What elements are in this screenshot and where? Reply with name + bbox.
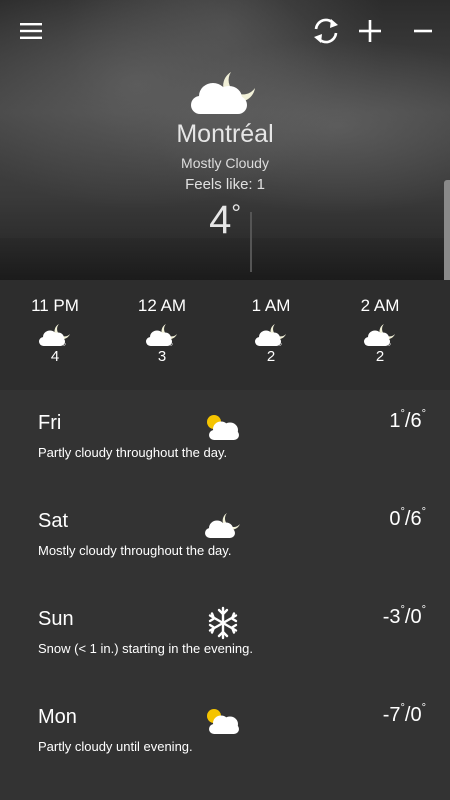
day-name: Sat <box>38 510 69 532</box>
high-temp: 0 <box>410 704 422 726</box>
feels-like-label: Feels like: <box>185 176 253 193</box>
moon-cloud-icon <box>39 324 70 346</box>
low-temp: -3 <box>382 606 401 628</box>
day-description: Snow (< 1 in.) starting in the evening. <box>38 641 253 656</box>
degree-symbol: ° <box>421 702 426 714</box>
low-temp: -7 <box>382 704 401 726</box>
low-temp: 0 <box>389 508 401 530</box>
degree-symbol: ° <box>421 506 426 518</box>
degree-symbol: ° <box>231 200 241 227</box>
feels-like-value: 1 <box>256 176 265 193</box>
temp-range: -3°/0° <box>382 604 426 628</box>
moon-cloud-icon <box>191 72 255 114</box>
daily-item[interactable]: Sat 0°/6° Mostly cloudy throughout the d… <box>0 488 450 586</box>
degree-symbol: ° <box>387 342 392 353</box>
snowflake-icon <box>208 606 238 640</box>
hourly-temp-value: 4 <box>50 348 60 365</box>
temp-range: 0°/6° <box>389 506 426 530</box>
sun-cloud-icon <box>207 709 239 734</box>
hourly-item: 12 AM 3 ° <box>107 296 217 366</box>
moon-cloud-icon <box>364 324 395 346</box>
current-condition: Mostly Cloudy <box>181 155 269 171</box>
degree-symbol: ° <box>400 506 405 518</box>
daily-item[interactable]: Mon -7°/0° Partly cloudy until evening. <box>0 684 450 782</box>
hourly-temp-value: 3 <box>157 348 167 365</box>
hourly-time: 1 AM <box>251 296 291 315</box>
temp-range: -7°/0° <box>382 702 426 726</box>
plus-icon <box>359 20 381 42</box>
degree-symbol: ° <box>62 342 67 353</box>
hourly-item: 11 PM 4 ° <box>0 296 110 366</box>
daily-item[interactable]: Sun -3°/0° Snow (< 1 in.) starting in th… <box>0 586 450 684</box>
hourly-item: 1 AM 2 ° <box>216 296 326 366</box>
degree-symbol: ° <box>421 604 426 616</box>
day-name: Fri <box>38 412 62 434</box>
menu-button[interactable] <box>14 14 48 48</box>
remove-location-button[interactable] <box>406 14 440 48</box>
degree-symbol: ° <box>421 408 426 420</box>
hourly-temp-value: 2 <box>266 348 276 365</box>
daily-item[interactable]: Fri 1°/6° Partly cloudy throughout the d… <box>0 390 450 488</box>
hourly-item: 2 AM 2 ° <box>325 296 435 366</box>
hourly-time: 11 PM <box>31 296 79 315</box>
day-description: Partly cloudy throughout the day. <box>38 445 228 460</box>
degree-symbol: ° <box>400 408 405 420</box>
hourly-time: 12 AM <box>137 296 187 315</box>
hourly-temp-value: 2 <box>375 348 385 365</box>
moon-cloud-icon <box>255 324 286 346</box>
temp-range: 1°/6° <box>389 408 426 432</box>
hourly-temp: 2 ° <box>266 342 282 365</box>
degree-symbol: ° <box>400 604 405 616</box>
hamburger-menu-icon <box>20 23 42 39</box>
hero-background: Montréal Mostly Cloudy Feels like: 1 4° <box>0 0 450 280</box>
hourly-temp: 4 ° <box>50 342 66 365</box>
high-temp: 0 <box>410 606 422 628</box>
moon-cloud-icon <box>146 324 177 346</box>
day-description: Mostly cloudy throughout the day. <box>38 543 232 558</box>
day-description: Partly cloudy until evening. <box>38 739 193 754</box>
lake-horizon <box>0 238 450 280</box>
moon-cloud-icon <box>205 513 240 538</box>
hourly-forecast: 11 PM 4 ° 12 AM 3 ° 1 AM 2 ° 2 AM 2 ° <box>0 280 450 390</box>
day-name: Mon <box>38 706 77 728</box>
current-temperature: 4° <box>0 198 450 243</box>
degree-symbol: ° <box>169 342 174 353</box>
add-location-button[interactable] <box>353 14 387 48</box>
hourly-temp: 2 ° <box>375 342 391 365</box>
day-name: Sun <box>38 608 74 630</box>
degree-symbol: ° <box>400 702 405 714</box>
current-temperature-value: 4 <box>209 198 232 242</box>
minus-icon <box>414 29 432 33</box>
degree-symbol: ° <box>278 342 283 353</box>
high-temp: 6 <box>410 410 422 432</box>
toolbar <box>0 14 450 48</box>
hourly-time: 2 AM <box>360 296 400 315</box>
hourly-temp: 3 ° <box>157 342 173 365</box>
high-temp: 6 <box>410 508 422 530</box>
refresh-icon <box>314 18 338 44</box>
city-name: Montréal <box>176 120 274 148</box>
feels-like: Feels like: 1 <box>0 176 450 193</box>
sun-cloud-icon <box>207 415 239 440</box>
refresh-button[interactable] <box>309 14 343 48</box>
daily-forecast: Fri 1°/6° Partly cloudy throughout the d… <box>0 390 450 800</box>
low-temp: 1 <box>389 410 401 432</box>
